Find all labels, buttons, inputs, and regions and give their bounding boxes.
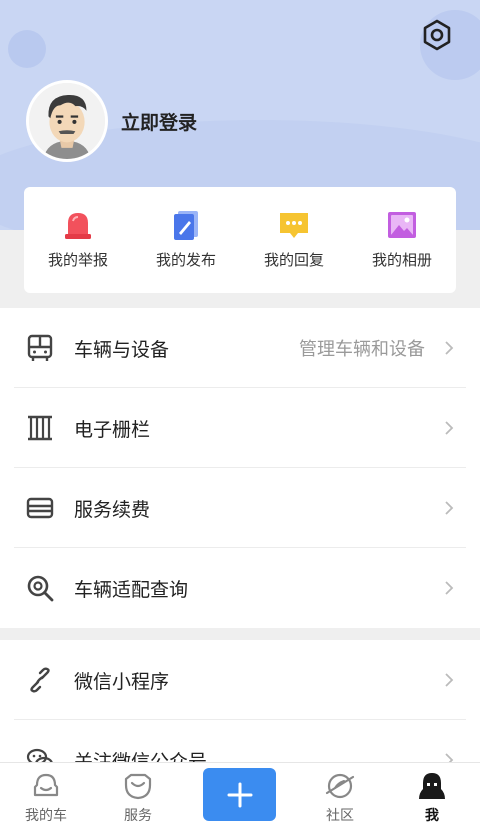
siren-icon xyxy=(65,213,91,239)
menu-item-compat-search[interactable]: 车辆适配查询 xyxy=(0,548,480,628)
chevron-right-icon xyxy=(445,501,454,515)
menu-item-fence[interactable]: 电子栅栏 xyxy=(0,388,480,468)
menu-label: 电子栅栏 xyxy=(74,418,151,441)
quick-label: 我的发布 xyxy=(155,251,216,269)
menu-label: 服务续费 xyxy=(74,498,151,521)
menu-label: 车辆与设备 xyxy=(74,338,170,361)
tab-label: 我的车 xyxy=(25,808,67,824)
chevron-right-icon xyxy=(445,341,454,355)
search-icon xyxy=(27,575,54,602)
tab-label: 我 xyxy=(425,808,439,824)
quick-item-publish[interactable]: 我的发布 xyxy=(132,187,240,293)
menu-item-vehicles[interactable]: 车辆与设备 管理车辆和设备 xyxy=(0,308,480,388)
settings-icon[interactable] xyxy=(420,18,454,52)
publish-icon xyxy=(174,211,198,240)
menu-label: 车辆适配查询 xyxy=(74,578,189,601)
service-icon xyxy=(124,773,152,800)
quick-item-album[interactable]: 我的相册 xyxy=(348,187,456,293)
chevron-right-icon xyxy=(445,421,454,435)
quick-item-reply[interactable]: 我的回复 xyxy=(240,187,348,293)
tab-community[interactable]: 社区 xyxy=(300,763,380,825)
add-button[interactable] xyxy=(203,768,276,821)
tab-me[interactable]: 我 xyxy=(392,763,472,825)
quick-label: 我的相册 xyxy=(371,251,432,269)
tab-label: 服务 xyxy=(124,808,152,824)
me-icon xyxy=(419,773,445,799)
plus-icon xyxy=(227,782,252,807)
quick-item-report[interactable]: 我的举报 xyxy=(24,187,132,293)
quick-label: 我的回复 xyxy=(263,251,324,269)
tab-my-car[interactable]: 我的车 xyxy=(6,763,86,825)
car-icon xyxy=(33,773,59,797)
avatar[interactable] xyxy=(26,80,108,162)
menu-item-mini-program[interactable]: 微信小程序 xyxy=(0,640,480,720)
quick-label: 我的举报 xyxy=(47,251,108,269)
profile-page: 立即登录 我的举报 我的发布 我的回复 我的相册 车辆与设备 管理车辆和设备 电… xyxy=(0,0,480,826)
quick-actions-card: 我的举报 我的发布 我的回复 我的相册 xyxy=(24,187,456,293)
community-icon xyxy=(325,773,355,799)
menu-subtitle: 管理车辆和设备 xyxy=(299,339,425,360)
menu-label: 微信小程序 xyxy=(74,670,170,693)
menu-group-1: 车辆与设备 管理车辆和设备 电子栅栏 服务续费 车辆适配查询 xyxy=(0,308,480,628)
chevron-right-icon xyxy=(445,581,454,595)
login-link[interactable]: 立即登录 xyxy=(121,108,197,135)
decor-circle xyxy=(8,30,46,68)
bus-icon xyxy=(27,334,53,361)
avatar-face-icon xyxy=(29,83,105,159)
menu-item-renewal[interactable]: 服务续费 xyxy=(0,468,480,548)
fence-icon xyxy=(28,415,52,441)
chevron-right-icon xyxy=(445,673,454,687)
tab-label: 社区 xyxy=(326,808,354,824)
reply-icon xyxy=(280,213,308,238)
card-icon xyxy=(26,497,54,519)
tab-service[interactable]: 服务 xyxy=(98,763,178,825)
album-icon xyxy=(388,212,416,238)
menu-group-2: 微信小程序 关注微信公众号 xyxy=(0,640,480,773)
link-icon xyxy=(30,667,50,693)
